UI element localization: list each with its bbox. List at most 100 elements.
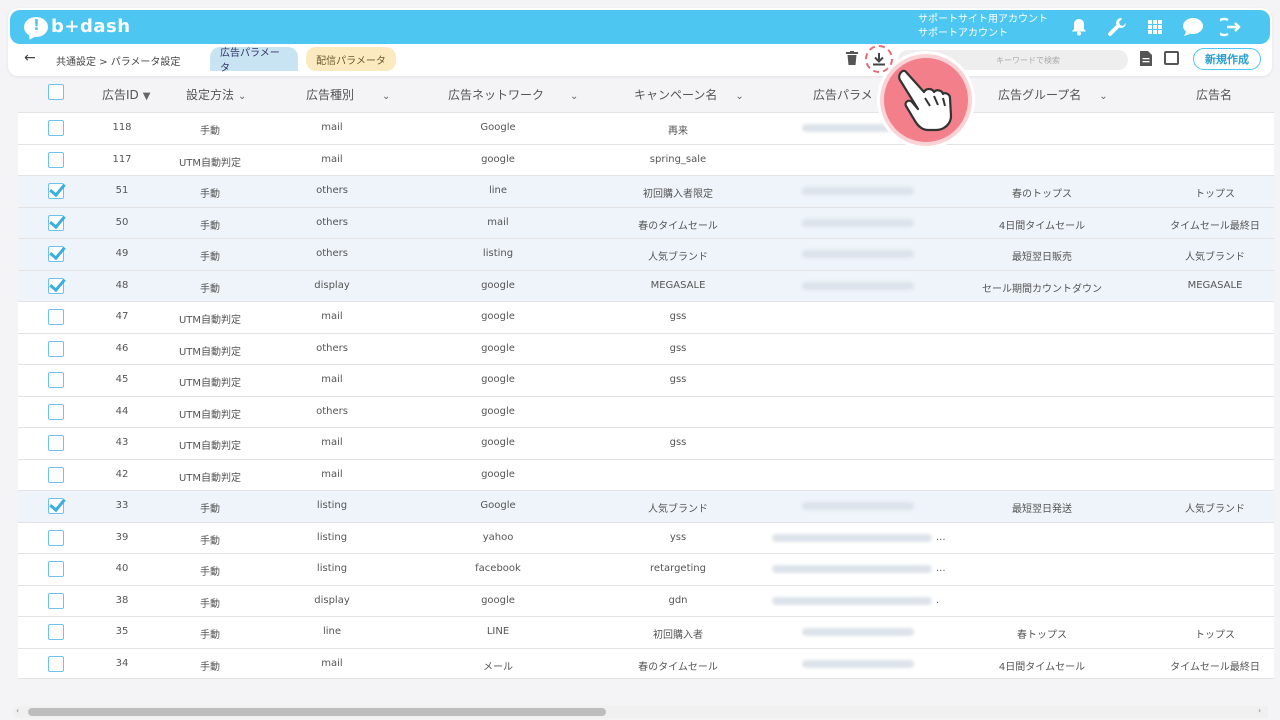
chevron-down-icon: ⌄ — [735, 91, 744, 102]
logout-icon[interactable] — [1218, 14, 1244, 40]
col-ad-param[interactable]: 広告パラメ — [813, 86, 873, 103]
col-ad-network[interactable]: 広告ネットワーク ⌄ — [448, 86, 578, 103]
pointer-hand-icon — [880, 54, 972, 146]
row-checkbox[interactable] — [48, 277, 64, 294]
col-ad-id[interactable]: 広告ID ▼ — [102, 86, 150, 103]
cell-campaign: MEGASALE — [650, 279, 706, 291]
table-row[interactable]: 48 手動 display google MEGASALE セール期間カウントダウン MEG… — [18, 269, 1274, 301]
cell-network: Google — [480, 500, 516, 511]
row-checkbox[interactable] — [48, 624, 64, 640]
table-row[interactable]: 45 UTM自動判定 mail google gss — [18, 364, 1274, 396]
col-ad-name[interactable]: 広告名 — [1196, 86, 1232, 103]
new-create-button[interactable]: 新規作成 — [1193, 48, 1261, 70]
trash-icon[interactable] — [846, 51, 858, 69]
table-row[interactable]: 35 手動 line LINE 初回購入者 春トップス トップス — [18, 616, 1274, 648]
back-arrow-icon[interactable]: ← — [24, 50, 36, 66]
scrollbar-thumb[interactable] — [28, 708, 606, 716]
row-checkbox[interactable] — [48, 183, 64, 199]
apps-grid-icon[interactable] — [1142, 14, 1168, 40]
cell-id: 118 — [112, 122, 132, 133]
chevron-down-icon: ▼ — [142, 91, 151, 102]
cell-method: 手動 — [200, 283, 220, 295]
table-row[interactable]: 47 UTM自動判定 mail google gss — [18, 301, 1274, 333]
cell-method: UTM自動判定 — [178, 346, 242, 358]
cell-ad: タイムセール最終日 — [1170, 661, 1260, 673]
cell-type: mail — [321, 122, 343, 133]
cell-method: 手動 — [200, 630, 220, 641]
table-row[interactable]: 33 手動 listing Google 人気ブランド 最短翌日発送 人気ブランド — [18, 490, 1274, 522]
row-checkbox[interactable] — [48, 214, 64, 231]
export-icon[interactable] — [1164, 51, 1179, 65]
table-row[interactable]: 118 手動 mail Google 再来 — [18, 112, 1274, 144]
cell-network: listing — [482, 248, 514, 259]
row-checkbox[interactable] — [48, 529, 64, 546]
row-checkbox[interactable] — [48, 120, 64, 136]
table-row[interactable]: 50 手動 others mail 春のタイムセール 4日間タイムセール タイムセール最終日 — [18, 206, 1274, 238]
cell-network: google — [481, 374, 515, 385]
table-row[interactable]: 43 UTM自動判定 mail google gss — [18, 427, 1274, 459]
redacted-param — [802, 659, 914, 668]
col-method[interactable]: 設定方法 ⌄ — [186, 86, 246, 103]
cell-group: 春トップス — [1017, 630, 1067, 641]
bell-icon[interactable] — [1066, 14, 1092, 40]
table-row[interactable]: 44 UTM自動判定 others google — [18, 395, 1274, 427]
ellipsis-text: . — [936, 594, 940, 606]
table-row[interactable]: 46 UTM自動判定 others google gss — [18, 332, 1274, 364]
cell-method: 手動 — [200, 189, 220, 200]
document-icon[interactable] — [1140, 51, 1152, 70]
table-row[interactable]: 34 手動 mail メール 春のタイムセール 4日間タイムセール タイムセール最終日 — [18, 647, 1274, 679]
row-checkbox[interactable] — [48, 151, 64, 168]
cell-id: 38 — [115, 594, 129, 606]
cell-type: line — [322, 626, 342, 637]
scroll-left-icon[interactable]: ‹ — [16, 706, 19, 715]
chat-icon[interactable] — [1180, 14, 1206, 40]
cell-id: 42 — [115, 468, 129, 480]
table-row[interactable]: 51 手動 others line 初回購入者限定 春のトップス トップス — [18, 175, 1274, 207]
cell-type: listing — [316, 531, 348, 543]
horizontal-scrollbar[interactable]: ‹ › — [14, 706, 1268, 718]
row-checkbox[interactable] — [48, 655, 64, 672]
scroll-right-icon[interactable]: › — [1258, 706, 1261, 715]
cell-network: google — [481, 437, 515, 448]
table-row[interactable]: 49 手動 others listing 人気ブランド 最短翌日販売 人気ブランド — [18, 238, 1274, 270]
row-checkbox[interactable] — [48, 592, 64, 609]
cell-id: 49 — [115, 248, 129, 259]
cell-method: 手動 — [200, 504, 220, 515]
col-ad-type[interactable]: 広告種別 ⌄ — [306, 86, 390, 103]
cell-campaign: 再来 — [668, 126, 688, 137]
wrench-icon[interactable] — [1104, 14, 1130, 40]
top-bar: b+dash サポートサイト用アカウント サポートアカウント — [10, 10, 1270, 44]
col-campaign[interactable]: キャンペーン名 ⌄ — [634, 86, 744, 103]
tab-delivery-parameters[interactable]: 配信パラメータ — [306, 47, 396, 71]
row-checkbox[interactable] — [48, 498, 64, 514]
table-row[interactable]: 40 手動 listing facebook retargeting... — [18, 553, 1274, 585]
logo[interactable]: b+dash — [24, 16, 131, 37]
cell-id: 33 — [115, 500, 129, 511]
cell-group: 4日間タイムセール — [998, 220, 1086, 232]
row-checkbox[interactable] — [48, 309, 64, 325]
table-row[interactable]: 42 UTM自動判定 mail google — [18, 458, 1274, 490]
cell-network: yahoo — [482, 531, 514, 543]
row-checkbox[interactable] — [48, 372, 64, 388]
row-checkbox[interactable] — [48, 561, 64, 577]
cell-method: 手動 — [200, 126, 220, 137]
col-ad-group[interactable]: 広告グループ名 ⌄ — [998, 86, 1108, 103]
cell-id: 46 — [115, 342, 129, 354]
row-checkbox[interactable] — [48, 246, 64, 262]
select-all-checkbox[interactable] — [48, 84, 64, 100]
cell-type: mail — [321, 153, 343, 165]
cell-method: UTM自動判定 — [178, 157, 242, 169]
cell-type: mail — [321, 311, 343, 322]
cell-method: UTM自動判定 — [178, 441, 242, 452]
row-checkbox[interactable] — [48, 435, 64, 451]
cell-id: 40 — [115, 563, 129, 574]
top-icons — [1066, 14, 1244, 40]
breadcrumb: 共通設定 > パラメータ設定 — [56, 57, 181, 68]
row-checkbox[interactable] — [48, 466, 64, 483]
table-row[interactable]: 38 手動 display google gdn. — [18, 584, 1274, 616]
table-row[interactable]: 39 手動 listing yahoo yss... — [18, 521, 1274, 553]
row-checkbox[interactable] — [48, 340, 64, 357]
table-row[interactable]: 117 UTM自動判定 mail google spring_sale — [18, 143, 1274, 175]
tab-ad-parameters[interactable]: 広告パラメータ — [210, 47, 298, 74]
row-checkbox[interactable] — [48, 403, 64, 420]
